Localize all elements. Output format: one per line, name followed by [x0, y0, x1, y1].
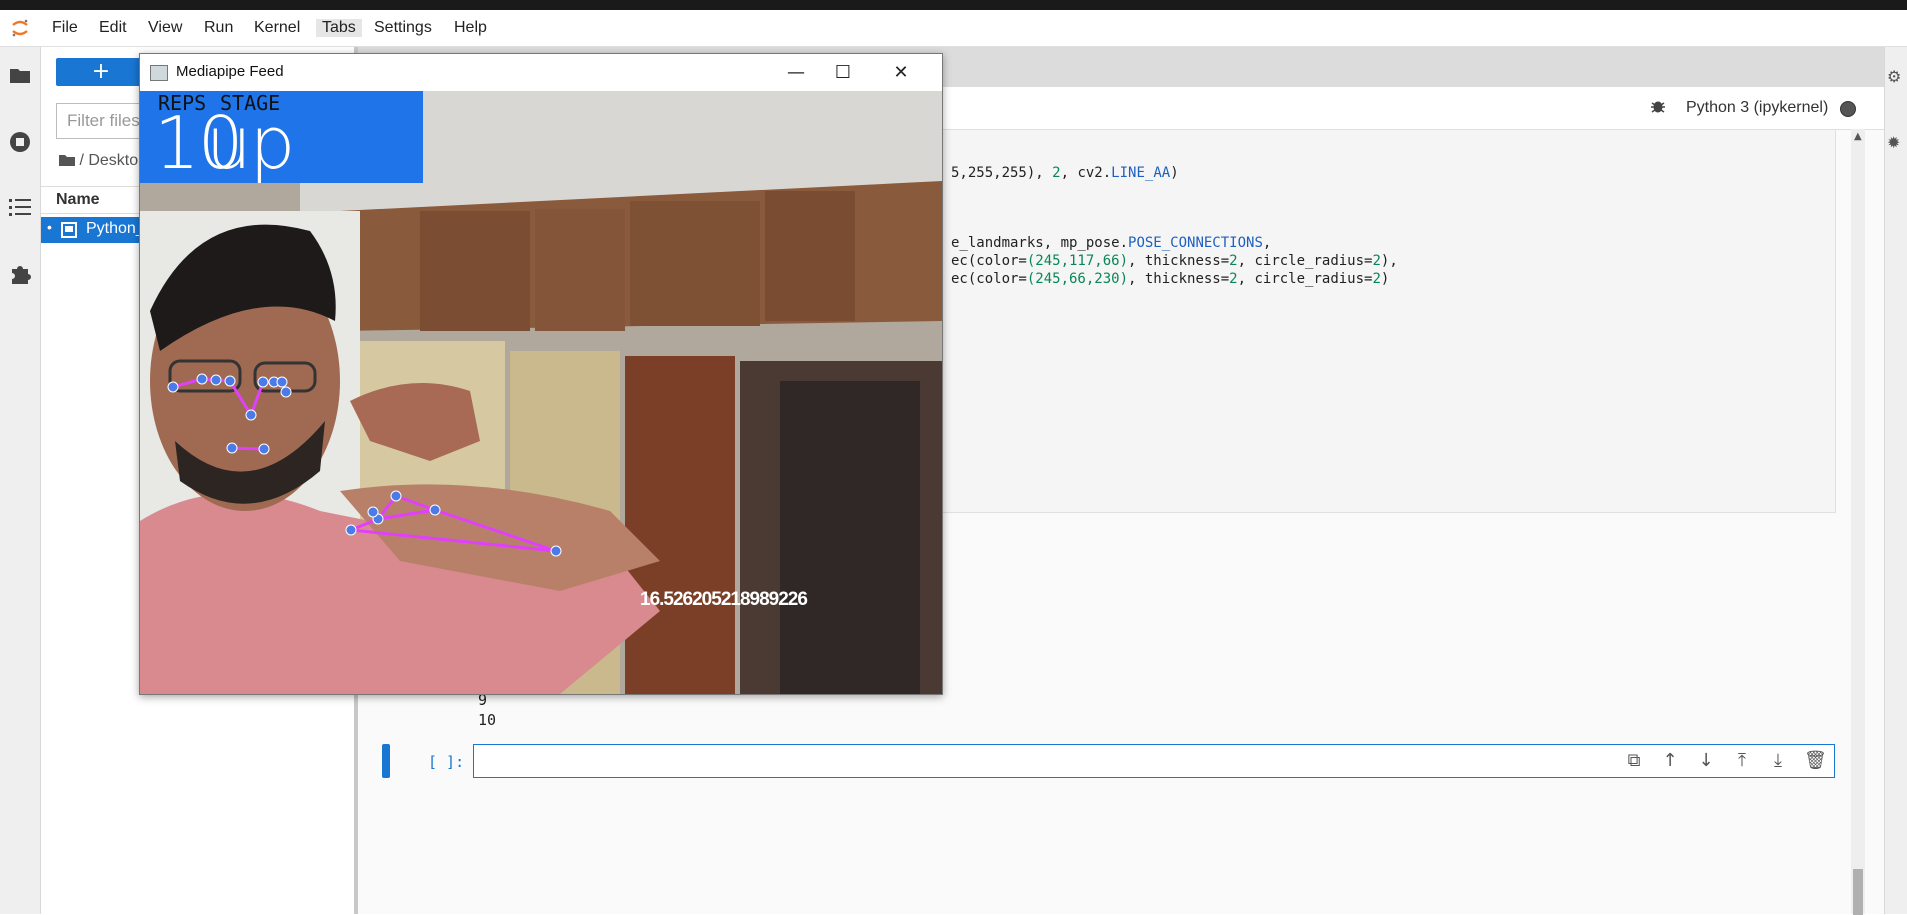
menu-edit[interactable]: Edit	[99, 19, 127, 37]
debugger-panel-icon[interactable]: ✹	[1887, 133, 1900, 152]
close-button[interactable]: ✕	[888, 60, 914, 86]
extensions-icon[interactable]	[8, 263, 32, 287]
minimize-button[interactable]: —	[783, 60, 809, 86]
cell-toolbar: ⧉ ↑ ↓ ⤒ ⤓ 🗑	[1624, 751, 1827, 771]
column-name-header[interactable]: Name	[56, 191, 100, 209]
kernel-status-icon	[1840, 101, 1856, 117]
delete-cell-icon[interactable]: 🗑	[1804, 751, 1827, 771]
code-token: )	[1380, 271, 1390, 287]
active-cell-marker	[382, 744, 390, 778]
jupyter-logo[interactable]	[10, 18, 30, 38]
code-token: , circle_radius=	[1237, 253, 1373, 269]
code-token: ec(color=	[951, 253, 1027, 269]
menu-view[interactable]: View	[148, 19, 182, 37]
debugger-icon[interactable]	[1650, 98, 1666, 118]
cell-prompt: [ ]:	[428, 753, 465, 771]
code-token: 2	[1229, 271, 1238, 287]
new-launcher-button[interactable]: +	[56, 58, 146, 86]
insert-above-icon[interactable]: ⤒	[1732, 751, 1752, 771]
code-token: 2	[1372, 271, 1381, 287]
duplicate-cell-icon[interactable]: ⧉	[1624, 751, 1644, 771]
code-token: LINE_AA	[1111, 165, 1171, 181]
running-sessions-icon[interactable]	[8, 131, 32, 155]
breadcrumb[interactable]: / Deskto	[59, 152, 138, 170]
menubar: File Edit View Run Kernel Tabs Settings …	[0, 10, 1907, 47]
reps-stage-box: REPS STAGE 10 up	[140, 91, 423, 185]
folder-icon[interactable]	[8, 65, 32, 89]
maximize-button[interactable]: ☐	[830, 60, 856, 86]
empty-code-cell[interactable]: ⧉ ↑ ↓ ⤒ ⤓ 🗑	[473, 744, 1835, 778]
window-titlebar[interactable]: Mediapipe Feed — ☐ ✕	[140, 54, 942, 91]
code-line: ec(color=(245,117,66), thickness=2, circ…	[951, 253, 1398, 269]
code-token: (245,117,66)	[1026, 253, 1129, 269]
code-token: , thickness=	[1128, 271, 1230, 287]
code-token: 2	[1229, 253, 1238, 269]
notebook-icon	[61, 222, 77, 238]
vertical-scrollbar[interactable]: ▲	[1851, 129, 1865, 915]
kernel-name[interactable]: Python 3 (ipykernel)	[1686, 99, 1828, 117]
right-activity-bar: ⚙ ✹	[1884, 47, 1907, 914]
left-activity-bar	[0, 47, 41, 914]
code-token: 5,255,255),	[951, 165, 1053, 181]
top-strip	[0, 0, 1907, 10]
code-token: ec(color=	[951, 271, 1027, 287]
code-token: )	[1170, 165, 1179, 181]
camera-feed: REPS STAGE 10 up 16.526205218989226	[140, 91, 942, 694]
code-token: 2	[1372, 253, 1381, 269]
scroll-up-icon[interactable]: ▲	[1854, 131, 1862, 142]
menu-settings[interactable]: Settings	[374, 19, 432, 37]
breadcrumb-path[interactable]: / Deskto	[79, 152, 138, 169]
code-token: , cv2.	[1060, 165, 1112, 181]
running-indicator: •	[47, 219, 52, 235]
menu-tabs[interactable]: Tabs	[316, 19, 362, 37]
mediapipe-feed-window: Mediapipe Feed — ☐ ✕ REPS STAGE 10 up 16…	[139, 53, 943, 695]
insert-below-icon[interactable]: ⤓	[1768, 751, 1788, 771]
code-line: e_landmarks, mp_pose.POSE_CONNECTIONS,	[951, 235, 1271, 251]
code-token: ,	[1262, 235, 1272, 251]
window-title: Mediapipe Feed	[176, 63, 284, 80]
menu-help[interactable]: Help	[454, 19, 487, 37]
output-line: 10	[478, 711, 497, 729]
code-token: e_landmarks, mp_pose.	[951, 235, 1129, 251]
move-up-icon[interactable]: ↑	[1660, 751, 1680, 771]
code-token: , thickness=	[1128, 253, 1230, 269]
stage-value: up	[206, 101, 295, 185]
code-token: (245,66,230)	[1026, 271, 1129, 287]
menu-kernel[interactable]: Kernel	[254, 19, 300, 37]
code-token: , circle_radius=	[1237, 271, 1373, 287]
scrollbar-thumb[interactable]	[1853, 869, 1863, 915]
table-of-contents-icon[interactable]	[8, 197, 32, 221]
code-token: 2	[1052, 165, 1061, 181]
app-icon	[150, 65, 168, 81]
file-name: Python_	[86, 220, 145, 237]
menu-file[interactable]: File	[52, 19, 78, 37]
folder-icon	[59, 155, 75, 166]
menu-run[interactable]: Run	[204, 19, 233, 37]
property-inspector-icon[interactable]: ⚙	[1887, 67, 1901, 86]
elbow-angle-value: 16.526205218989226	[640, 589, 808, 610]
code-line: 5,255,255), 2, cv2.LINE_AA)	[951, 165, 1179, 181]
code-line: ec(color=(245,66,230), thickness=2, circ…	[951, 271, 1389, 287]
code-token: POSE_CONNECTIONS	[1128, 235, 1263, 251]
code-token: ),	[1380, 253, 1398, 269]
move-down-icon[interactable]: ↓	[1696, 751, 1716, 771]
